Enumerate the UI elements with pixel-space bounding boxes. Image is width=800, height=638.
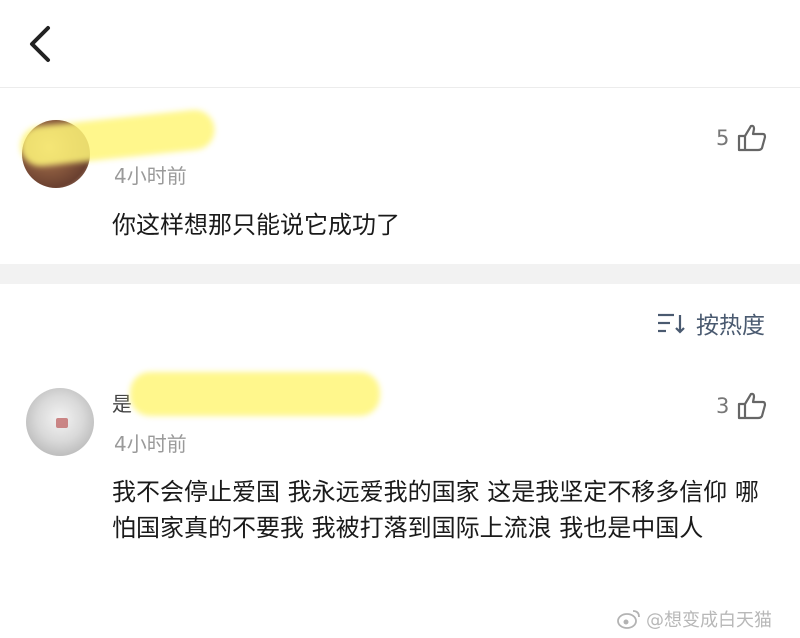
- sort-label: 按热度: [696, 313, 765, 339]
- thumbs-up-icon: [738, 392, 767, 420]
- top-bar: [0, 0, 800, 88]
- comment-time: 4小时前: [114, 164, 187, 188]
- username-fragment: 是: [112, 392, 132, 416]
- chevron-left-icon: [30, 26, 50, 62]
- like-button[interactable]: 3: [716, 392, 767, 420]
- back-button[interactable]: [22, 22, 62, 66]
- like-button[interactable]: 5: [716, 124, 767, 152]
- username-redaction: [130, 372, 380, 416]
- like-count: 3: [716, 394, 730, 418]
- comment-time: 4小时前: [114, 432, 187, 456]
- section-divider: [0, 264, 800, 284]
- watermark: @想变成白天猫: [616, 606, 772, 632]
- sort-icon: [658, 313, 685, 334]
- watermark-text: @想变成白天猫: [646, 610, 772, 631]
- comment-text: 我不会停止爱国 我永远爱我的国家 这是我坚定不移多信仰 哪怕国家真的不要我 我被…: [112, 478, 759, 542]
- thumbs-up-icon: [738, 124, 767, 152]
- sort-button[interactable]: 按热度: [656, 306, 765, 340]
- comment-text: 你这样想那只能说它成功了: [112, 211, 400, 239]
- like-count: 5: [716, 126, 730, 150]
- avatar[interactable]: [26, 388, 94, 456]
- weibo-icon: [617, 610, 640, 629]
